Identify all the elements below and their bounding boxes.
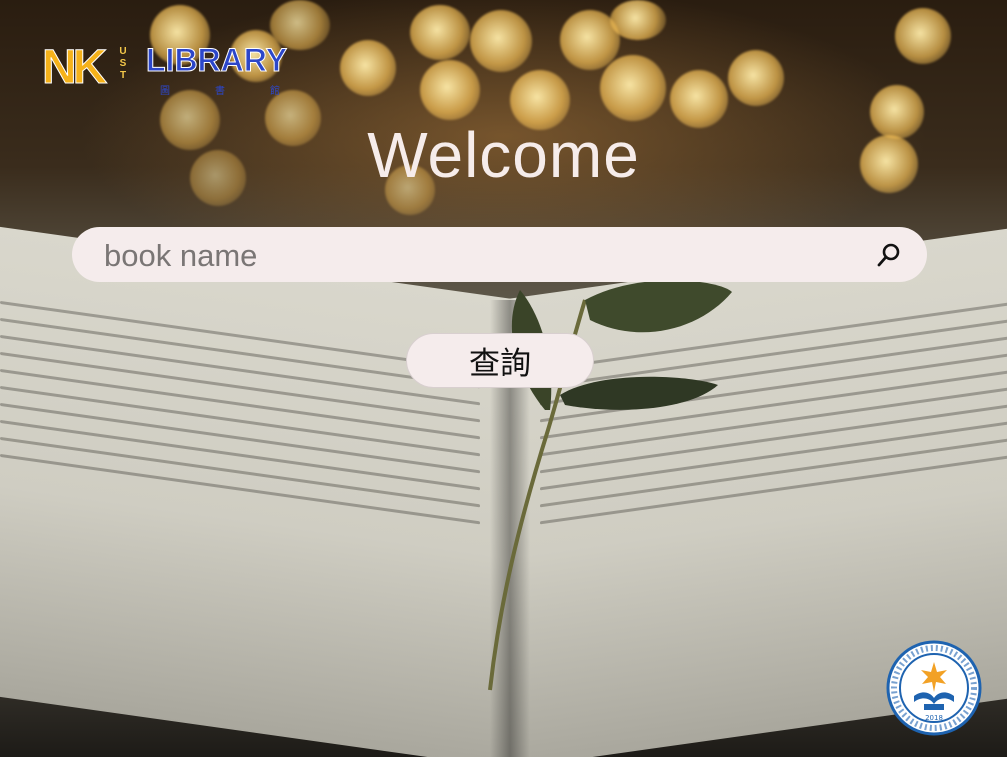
- library-logo[interactable]: NK U S T LIBRARY 圖 書 館: [41, 40, 292, 100]
- search-bar: [72, 227, 927, 284]
- library-home: NK U S T LIBRARY 圖 書 館 Welcome 查詢 2018: [0, 0, 1007, 757]
- query-button[interactable]: 查詢: [406, 333, 594, 388]
- logo-nk-text: NK: [41, 41, 107, 95]
- logo-chinese-text: 圖 書 館: [160, 86, 280, 97]
- search-input[interactable]: [102, 227, 866, 284]
- logo-library-text: LIBRARY: [145, 42, 288, 79]
- page-title: Welcome: [367, 119, 640, 191]
- seal-year: 2018: [925, 714, 943, 722]
- search-icon[interactable]: [875, 241, 903, 269]
- university-seal-icon: 2018: [886, 640, 982, 736]
- logo-ust-text: U S T: [119, 46, 127, 81]
